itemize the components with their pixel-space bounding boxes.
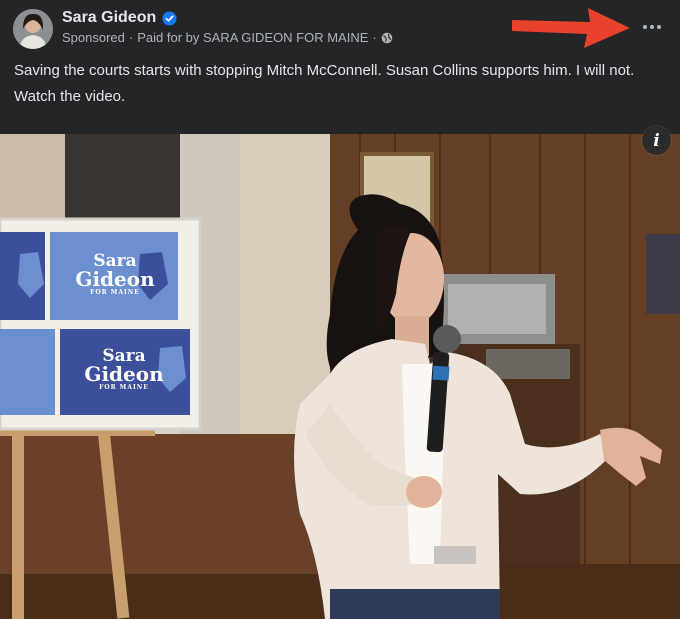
sign-last-name: Gideon	[84, 362, 164, 386]
author-name[interactable]: Sara Gideon	[62, 9, 156, 27]
sign-subtitle: FOR MAINE	[90, 289, 140, 296]
info-icon[interactable]: i	[642, 126, 671, 155]
meta-separator: ·	[372, 30, 377, 45]
post-message-line: Saving the courts starts with stopping M…	[14, 62, 635, 79]
meta-separator: ·	[128, 30, 134, 45]
post-video[interactable]: Sara Gideon FOR MAINE Sara Gideon FOR MA…	[0, 134, 680, 619]
post-meta: Sponsored · Paid for by SARA GIDEON FOR …	[62, 30, 393, 45]
campaign-sign-text: Sara Gideon FOR MAINE	[52, 252, 178, 297]
more-options-icon	[643, 25, 647, 29]
globe-icon	[381, 32, 393, 44]
sign-subtitle: FOR MAINE	[99, 384, 149, 391]
paid-for-disclaimer[interactable]: Paid for by SARA GIDEON FOR MAINE	[137, 30, 368, 45]
author-row: Sara Gideon	[62, 9, 177, 27]
post-message-line: Watch the video.	[14, 88, 126, 105]
verified-badge-icon	[162, 10, 177, 26]
sign-last-name: Gideon	[75, 267, 155, 291]
campaign-sign-text: Sara Gideon FOR MAINE	[60, 347, 188, 392]
post-header: Sara Gideon Sponsored · Paid for by SARA…	[0, 0, 680, 134]
avatar[interactable]	[13, 9, 53, 49]
post-message: Saving the courts starts with stopping M…	[14, 61, 664, 107]
sponsored-label[interactable]: Sponsored	[62, 30, 125, 45]
more-options-button[interactable]	[638, 13, 666, 41]
red-arrow-annotation	[512, 8, 630, 48]
